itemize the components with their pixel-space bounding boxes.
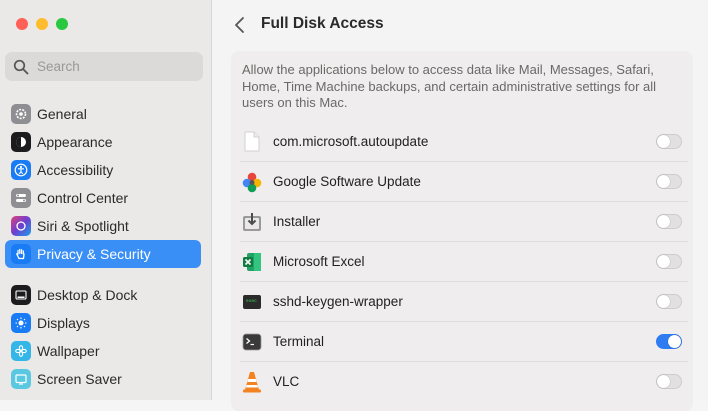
sidebar: General Appearance Accessibility Control…	[0, 0, 212, 400]
access-toggle[interactable]	[656, 174, 682, 189]
accessibility-icon	[11, 160, 31, 180]
sidebar-item-accessibility[interactable]: Accessibility	[5, 156, 201, 184]
sidebar-item-label: Control Center	[37, 190, 129, 206]
terminal-icon	[241, 331, 263, 353]
sidebar-item-desktop-dock[interactable]: Desktop & Dock	[5, 281, 201, 309]
sidebar-item-label: Wallpaper	[37, 343, 100, 359]
access-toggle[interactable]	[656, 294, 682, 309]
siri-icon	[11, 216, 31, 236]
sidebar-item-label: Privacy & Security	[37, 246, 151, 262]
sidebar-item-displays[interactable]: Displays	[5, 309, 201, 337]
page-title: Full Disk Access	[261, 15, 384, 32]
app-row-sshd-keygen-wrapper: exec sshd-keygen-wrapper	[240, 281, 688, 321]
close-window-button[interactable]	[16, 18, 28, 30]
sidebar-item-appearance[interactable]: Appearance	[5, 128, 201, 156]
app-row-vlc: VLC	[240, 361, 688, 401]
minimize-window-button[interactable]	[36, 18, 48, 30]
sidebar-item-wallpaper[interactable]: Wallpaper	[5, 337, 201, 365]
sidebar-item-label: Accessibility	[37, 162, 114, 178]
access-toggle[interactable]	[656, 374, 682, 389]
excel-icon	[241, 251, 263, 273]
access-toggle[interactable]	[656, 133, 682, 149]
control-center-icon	[11, 188, 31, 208]
vlc-icon	[241, 371, 263, 393]
app-row-google-software-update: Google Software Update	[240, 161, 688, 201]
screen-saver-icon	[11, 369, 31, 389]
app-name: Terminal	[273, 334, 325, 349]
sidebar-item-privacy-security[interactable]: Privacy & Security	[5, 240, 201, 268]
sidebar-item-label: General	[37, 106, 87, 122]
search-icon	[13, 59, 29, 74]
terminal-exec-icon: exec	[241, 291, 263, 313]
appearance-icon	[11, 132, 31, 152]
sidebar-item-control-center[interactable]: Control Center	[5, 184, 201, 212]
displays-icon	[11, 313, 31, 333]
zoom-window-button[interactable]	[56, 18, 68, 30]
google-update-icon	[241, 171, 263, 193]
document-icon	[241, 130, 263, 152]
sidebar-item-label: Desktop & Dock	[37, 287, 138, 303]
access-toggle[interactable]	[656, 254, 682, 269]
app-name: Google Software Update	[273, 174, 421, 189]
app-name: com.microsoft.autoupdate	[273, 133, 429, 149]
description-text: Allow the applications below to access d…	[242, 62, 657, 110]
app-name: Installer	[273, 214, 321, 229]
window-controls	[16, 18, 68, 30]
access-toggle[interactable]	[656, 334, 682, 349]
hand-icon	[11, 244, 31, 264]
dock-icon	[11, 285, 31, 305]
app-name: Microsoft Excel	[273, 254, 365, 269]
sidebar-item-label: Displays	[37, 315, 90, 331]
sidebar-item-screen-saver[interactable]: Screen Saver	[5, 365, 201, 393]
app-row-installer: Installer	[240, 201, 688, 241]
app-row-com-microsoft-autoupdate: com.microsoft.autoupdate	[240, 121, 688, 161]
sidebar-item-label: Siri & Spotlight	[37, 218, 129, 234]
app-row-microsoft-excel: Microsoft Excel	[240, 241, 688, 281]
access-toggle[interactable]	[656, 214, 682, 229]
wallpaper-icon	[11, 341, 31, 361]
sidebar-nav: General Appearance Accessibility Control…	[5, 100, 201, 393]
sidebar-item-label: Appearance	[37, 134, 113, 150]
back-chevron-icon[interactable]	[230, 14, 250, 36]
svg-text:exec: exec	[246, 299, 257, 304]
sidebar-item-siri-spotlight[interactable]: Siri & Spotlight	[5, 212, 201, 240]
sidebar-item-general[interactable]: General	[5, 100, 201, 128]
app-name: sshd-keygen-wrapper	[273, 294, 403, 309]
app-row-terminal: Terminal	[240, 321, 688, 361]
sidebar-item-label: Screen Saver	[37, 371, 122, 387]
app-name: VLC	[273, 374, 300, 389]
gear-icon	[11, 104, 31, 124]
search-input[interactable]	[35, 58, 189, 75]
search-field[interactable]	[5, 52, 203, 81]
installer-icon	[241, 211, 263, 233]
